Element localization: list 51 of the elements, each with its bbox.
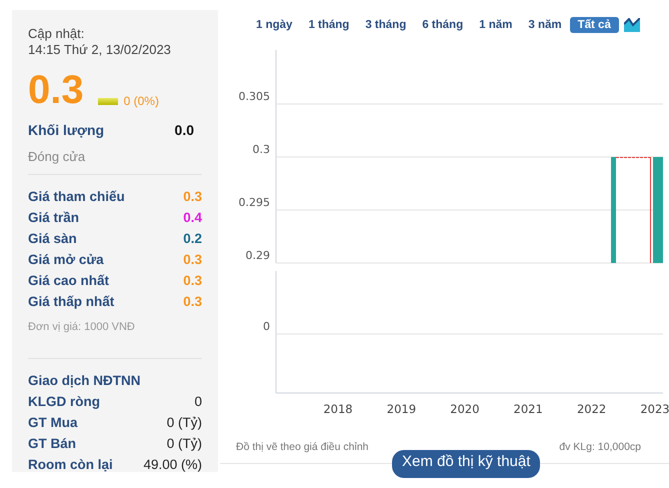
area-chart-icon[interactable] (624, 18, 640, 32)
foreign-value: 0 (Tỷ) (166, 414, 202, 432)
range-tab[interactable]: 1 năm (471, 17, 520, 33)
chart-note: Đồ thị vẽ theo giá điều chỉnh (236, 441, 369, 453)
range-tab[interactable]: 3 tháng (357, 17, 414, 33)
axis-tick-label: 0.3 (252, 143, 270, 156)
chart-note: đv KLg: 10,000cp (559, 441, 641, 453)
axis-tick-label: 2018 (323, 402, 353, 416)
range-tab[interactable]: 1 ngày (248, 17, 300, 33)
axis-tick-label: 0.295 (238, 196, 270, 209)
price-value: 0.4 (183, 209, 202, 227)
axis-tick-label: 2022 (576, 402, 606, 416)
foreign-trade-title: Giao dịch NĐTNN (28, 372, 142, 390)
axis-tick-label: 2023 (640, 402, 669, 416)
price-label: Giá trần (28, 209, 80, 227)
foreign-value: 0 (Tỷ) (166, 435, 202, 453)
price-change: 0 (0%) (124, 94, 159, 108)
range-tab[interactable]: 3 năm (520, 17, 570, 33)
update-label: Cập nhật: (28, 26, 86, 42)
axis-tick-label: 0.29 (246, 249, 270, 262)
foreign-label: GT Bán (28, 435, 76, 453)
volume-label: Khối lượng (28, 122, 104, 138)
unit-note: Đơn vị giá: 1000 VNĐ (28, 321, 136, 333)
range-tab[interactable]: Tất cả (570, 17, 619, 33)
range-tab[interactable]: 1 tháng (300, 17, 358, 33)
volume-value: 0.0 (174, 122, 195, 138)
update-time: 14:15 Thứ 2, 13/02/2023 (28, 42, 172, 58)
price-value: 0.3 (183, 272, 202, 290)
price-value: 0.3 (183, 188, 202, 206)
technical-chart-button[interactable]: Xem đồ thị kỹ thuật (392, 450, 540, 478)
axis-tick-label: 2021 (514, 402, 543, 416)
price-value: 0.3 (183, 251, 202, 269)
price-label: Giá sàn (28, 230, 77, 248)
foreign-value: 49.00 (%) (143, 456, 202, 474)
price-label: Giá thấp nhất (28, 293, 114, 311)
foreign-label: Room còn lại (28, 456, 113, 474)
price-label: Giá tham chiếu (28, 188, 125, 206)
price-label: Giá mở cửa (28, 251, 104, 269)
axis-tick-label: 0 (263, 320, 270, 333)
price-value: 0.2 (183, 230, 202, 248)
axis-tick-label: 2019 (386, 402, 416, 416)
foreign-label: KLGD ròng (28, 393, 100, 411)
current-price: 0.3 (28, 70, 84, 110)
price-label: Giá cao nhất (28, 272, 110, 290)
foreign-value: 0 (194, 393, 202, 411)
axis-tick-label: 2020 (450, 402, 480, 416)
axis-tick-label: 0.305 (238, 90, 270, 103)
price-value: 0.3 (183, 293, 202, 311)
range-tab[interactable]: 6 tháng (414, 17, 472, 33)
session-status: Đóng cửa (28, 149, 86, 164)
foreign-label: GT Mua (28, 414, 78, 432)
